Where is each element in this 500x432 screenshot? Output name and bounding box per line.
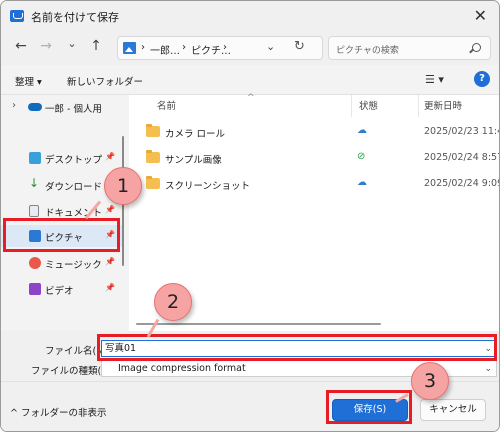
outlook-app-icon: [10, 10, 24, 22]
sidebar-item-label: ダウンロード: [45, 182, 103, 193]
pin-icon: 📌: [105, 283, 115, 292]
annotation-badge-3: 3: [411, 362, 449, 400]
file-name: サンプル画像: [165, 155, 222, 166]
filetype-value[interactable]: Image compression format: [118, 363, 246, 374]
folder-icon: [146, 176, 160, 189]
desktop-icon: [29, 152, 41, 164]
list-item[interactable]: サンプル画像 ⊘ 2025/02/24 8:57: [129, 145, 500, 171]
new-folder-button[interactable]: 新しいフォルダー: [67, 74, 143, 88]
sidebar-item-label: ミュージック: [45, 260, 102, 271]
highlight-box-filename: [97, 334, 497, 361]
file-name: カメラ ロール: [165, 129, 226, 140]
download-icon: ↓: [29, 176, 40, 190]
back-arrow-icon[interactable]: ←: [12, 38, 30, 58]
list-item[interactable]: スクリーンショット ☁ 2025/02/24 9:09: [129, 171, 500, 197]
column-header-modified[interactable]: 更新日時: [424, 98, 462, 112]
annotation-badge-1: 1: [104, 167, 142, 205]
sort-caret-icon: ^: [247, 93, 255, 103]
view-options-icon[interactable]: ☰ ▾: [425, 73, 444, 86]
synced-status-icon: ⊘: [357, 151, 366, 162]
highlight-box-save: [326, 390, 412, 424]
forward-arrow-icon[interactable]: →: [37, 38, 55, 58]
search-icon[interactable]: [472, 43, 481, 52]
search-input[interactable]: ピクチャの検索: [336, 43, 399, 56]
list-item[interactable]: カメラ ロール ☁ 2025/02/23 11:44: [129, 119, 499, 145]
history-chevron-icon[interactable]: ⌄: [63, 37, 81, 57]
breadcrumb-separator[interactable]: ›: [141, 42, 145, 53]
annotation-badge-2: 2: [154, 283, 192, 321]
file-modified: 2025/02/24 9:09: [424, 178, 500, 189]
onedrive-cloud-icon: [28, 103, 42, 111]
column-header-name[interactable]: 名前: [157, 98, 176, 112]
close-icon[interactable]: ✕: [474, 6, 487, 25]
cloud-status-icon: ☁: [357, 125, 367, 136]
horizontal-scrollbar[interactable]: [136, 323, 381, 325]
command-bar: 整理 ▾ 新しいフォルダー ☰ ▾ ?: [1, 65, 499, 95]
window-title: 名前を付けて保存: [31, 11, 119, 24]
column-divider[interactable]: [351, 95, 352, 117]
document-icon: [29, 205, 39, 217]
breadcrumb-separator[interactable]: ›: [182, 42, 186, 53]
file-name: スクリーンショット: [165, 181, 251, 192]
sidebar-item-onedrive[interactable]: › 一郎 - 個人用: [1, 96, 123, 118]
column-divider[interactable]: [418, 95, 419, 117]
sidebar-item-videos[interactable]: ビデオ 📌: [1, 278, 123, 300]
cancel-button[interactable]: キャンセル: [420, 399, 486, 421]
sidebar-item-label: デスクトップ: [45, 155, 103, 166]
sidebar-item-desktop[interactable]: デスクトップ 📌: [1, 147, 123, 169]
refresh-icon[interactable]: ↻: [294, 39, 305, 54]
address-bar[interactable]: › 一郎… › ピクチ… › ⌄ ↻: [117, 36, 323, 60]
video-icon: [29, 283, 41, 295]
up-arrow-icon[interactable]: ↑: [87, 38, 105, 58]
breadcrumb-separator[interactable]: ›: [223, 42, 227, 53]
column-header-status[interactable]: 状態: [359, 98, 378, 112]
help-icon[interactable]: ?: [474, 71, 490, 87]
sidebar-item-label: ビデオ: [45, 286, 74, 297]
navigation-pane: › 一郎 - 個人用 デスクトップ 📌 ↓ ダウンロード 📌 ドキュメント 📌 …: [1, 95, 127, 331]
hide-folders-toggle[interactable]: ^ フォルダーの非表示: [10, 405, 106, 419]
organize-button[interactable]: 整理 ▾: [15, 74, 42, 88]
expand-chevron-icon[interactable]: ›: [12, 100, 16, 111]
pin-icon: 📌: [105, 152, 115, 161]
cloud-status-icon: ☁: [357, 177, 367, 188]
search-box[interactable]: ピクチャの検索: [328, 36, 491, 60]
folder-icon: [146, 150, 160, 163]
sidebar-item-label: 一郎 - 個人用: [45, 104, 102, 115]
pictures-folder-icon: [123, 42, 136, 54]
filetype-dropdown-icon[interactable]: ⌄: [484, 362, 492, 377]
file-modified: 2025/02/23 11:44: [424, 126, 499, 137]
title-bar: 名前を付けて保存 ✕: [1, 1, 499, 31]
music-icon: [29, 257, 41, 269]
breadcrumb-user[interactable]: 一郎…: [150, 42, 180, 57]
folder-icon: [146, 124, 160, 137]
highlight-box-pictures: [3, 218, 120, 252]
pin-icon: 📌: [105, 257, 115, 266]
pin-icon: 📌: [105, 205, 115, 214]
sidebar-item-music[interactable]: ミュージック 📌: [1, 252, 123, 274]
column-header-row: 名前 ^ 状態 更新日時: [129, 93, 499, 117]
navigation-bar: ← → ⌄ ↑ › 一郎… › ピクチ… › ⌄ ↻ ピクチャの検索: [1, 31, 499, 65]
file-modified: 2025/02/24 8:57: [424, 152, 500, 163]
address-dropdown-icon[interactable]: ⌄: [266, 40, 275, 53]
